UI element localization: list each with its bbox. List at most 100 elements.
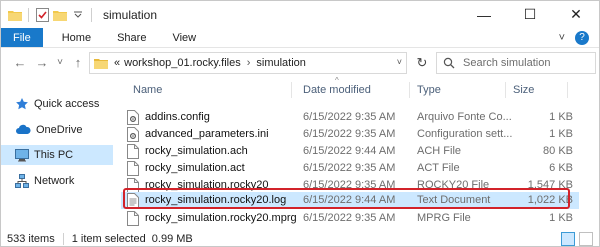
minimize-button[interactable]: — (461, 1, 507, 28)
text-file-icon (127, 193, 139, 208)
column-divider[interactable] (505, 82, 506, 98)
column-divider[interactable] (409, 82, 410, 98)
back-button[interactable]: ← (9, 51, 31, 73)
file-type: MPRG File (417, 212, 471, 224)
file-date: 6/15/2022 9:35 AM (303, 162, 396, 174)
item-count: 533 items (7, 233, 55, 245)
column-divider[interactable] (567, 82, 568, 98)
file-size: 80 KB (543, 145, 573, 157)
column-header-size[interactable]: Size (513, 84, 534, 96)
table-row[interactable]: advanced_parameters.ini 6/15/2022 9:35 A… (121, 126, 579, 143)
file-name: rocky_simulation.rocky20.log (145, 194, 287, 206)
network-icon (15, 174, 29, 188)
ribbon-right-controls: ˅ ? (559, 28, 599, 47)
file-name: rocky_simulation.rocky20.mprg (145, 212, 297, 224)
breadcrumb-separator[interactable]: › (247, 57, 251, 69)
table-row[interactable]: rocky_simulation.ach 6/15/2022 9:44 AM A… (121, 143, 579, 160)
table-row[interactable]: rocky_simulation.rocky20.mprg 6/15/2022 … (121, 210, 579, 227)
tab-home[interactable]: Home (49, 28, 104, 47)
nav-item-network[interactable]: Network (15, 171, 74, 191)
file-date: 6/15/2022 9:44 AM (303, 145, 396, 157)
nav-item-onedrive[interactable]: OneDrive (15, 120, 82, 140)
table-row[interactable]: rocky_simulation.act 6/15/2022 9:35 AM A… (121, 160, 579, 177)
nav-item-label: Network (34, 175, 75, 187)
column-header-date[interactable]: Date modified (303, 84, 371, 96)
tab-view[interactable]: View (159, 28, 209, 47)
search-input[interactable]: Search simulation (463, 57, 550, 69)
star-icon (16, 98, 28, 110)
file-type: Text Document (417, 194, 491, 206)
cloud-icon (16, 124, 31, 134)
column-divider[interactable] (291, 82, 292, 98)
new-folder-icon[interactable] (52, 7, 68, 23)
file-size: 1 KB (549, 128, 573, 140)
details-view-icon[interactable] (561, 232, 575, 246)
nav-item-label: This PC (34, 149, 74, 161)
tab-share[interactable]: Share (104, 28, 159, 47)
nav-item-label: OneDrive (36, 124, 83, 136)
close-button[interactable]: ✕ (553, 1, 599, 28)
file-icon (127, 211, 139, 226)
file-type: ACT File (417, 162, 460, 174)
file-type: Arquivo Fonte Co... (417, 111, 512, 123)
window-title: simulation (103, 7, 158, 22)
table-row-selected[interactable]: rocky_simulation.rocky20.log 6/15/2022 9… (121, 192, 579, 209)
refresh-button[interactable]: ↻ (411, 52, 433, 74)
forward-button[interactable]: → (31, 51, 53, 73)
recent-locations-button[interactable]: ˅ (53, 51, 67, 73)
file-size: 1 KB (549, 212, 573, 224)
folder-icon (7, 7, 23, 23)
address-dropdown-icon[interactable]: ˅ (397, 57, 402, 67)
navigation-row: ← → ˅ ↑ « workshop_01.rocky.files › simu… (1, 48, 599, 76)
file-size: 1,022 KB (527, 194, 573, 206)
file-size: 1,547 KB (527, 179, 573, 191)
file-date: 6/15/2022 9:35 AM (303, 212, 396, 224)
file-type: Configuration sett... (417, 128, 513, 140)
status-divider (62, 233, 64, 245)
nav-item-quick-access[interactable]: Quick access (15, 94, 99, 114)
table-row[interactable]: addins.config 6/15/2022 9:35 AM Arquivo … (121, 109, 579, 126)
breadcrumb-simulation[interactable]: simulation (256, 57, 306, 69)
file-size: 1 KB (549, 111, 573, 123)
selection-info: 1 item selected 0.99 MB (71, 233, 193, 245)
computer-icon (15, 148, 29, 161)
file-size: 6 KB (549, 162, 573, 174)
status-bar: 533 items 1 item selected 0.99 MB (1, 231, 599, 247)
search-icon (443, 57, 455, 69)
view-toggle (561, 232, 593, 246)
file-date: 6/15/2022 9:35 AM (303, 179, 396, 191)
large-icons-view-icon[interactable] (579, 232, 593, 246)
maximize-button[interactable]: ☐ (507, 1, 553, 28)
quick-access-toolbar (7, 7, 95, 23)
config-file-icon (127, 127, 139, 142)
address-bar[interactable]: « workshop_01.rocky.files › simulation ˅ (89, 52, 407, 74)
breadcrumb-workshop[interactable]: workshop_01.rocky.files (124, 57, 241, 69)
properties-checkmark-icon[interactable] (34, 7, 50, 23)
toolbar-divider (28, 7, 29, 22)
help-glyph: ? (579, 32, 585, 43)
column-header-type[interactable]: Type (417, 84, 441, 96)
expand-ribbon-icon[interactable]: ˅ (559, 32, 565, 44)
help-icon[interactable]: ? (575, 30, 589, 45)
search-box[interactable]: Search simulation (436, 52, 596, 74)
file-date: 6/15/2022 9:35 AM (303, 128, 396, 140)
breadcrumb-overflow[interactable]: « (114, 57, 120, 69)
file-date: 6/15/2022 9:44 AM (303, 194, 396, 206)
nav-item-label: Quick access (34, 98, 100, 110)
title-bar: simulation — ☐ ✕ (1, 1, 599, 28)
file-type: ROCKY20 File (417, 179, 490, 191)
file-icon (127, 161, 139, 176)
file-date: 6/15/2022 9:35 AM (303, 111, 396, 123)
tab-file[interactable]: File (1, 28, 43, 47)
file-name: advanced_parameters.ini (145, 128, 269, 140)
file-icon (127, 178, 139, 193)
customize-toolbar-icon[interactable] (70, 7, 86, 23)
navigation-pane: Quick access OneDrive This PC Network (1, 85, 113, 231)
toolbar-divider (91, 7, 92, 22)
folder-icon (94, 57, 108, 69)
column-header-name[interactable]: Name (133, 84, 162, 96)
nav-item-this-pc[interactable]: This PC (1, 145, 113, 165)
up-button[interactable]: ↑ (67, 51, 89, 73)
file-type: ACH File (417, 145, 462, 157)
ribbon-tabs: File Home Share View ˅ ? (1, 28, 599, 48)
